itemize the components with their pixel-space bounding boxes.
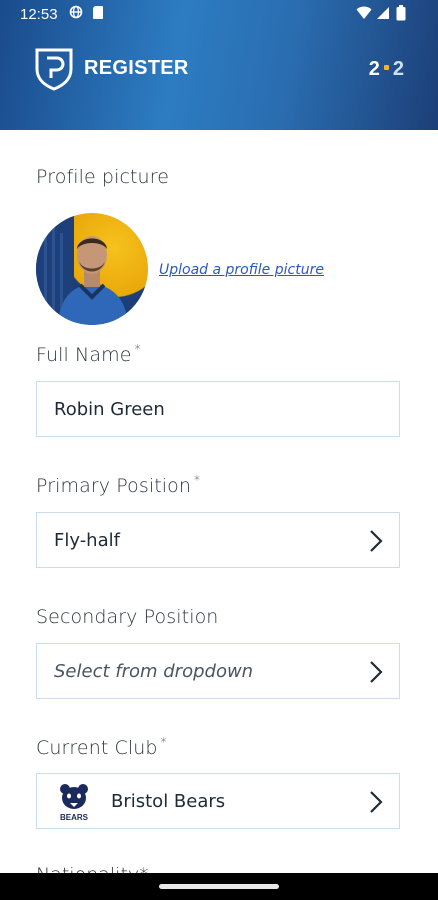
full-name-value: Robin Green xyxy=(54,399,165,420)
step-separator xyxy=(383,65,389,71)
current-club-select[interactable]: BEARS Bristol Bears xyxy=(36,773,400,829)
player-photo xyxy=(36,213,128,325)
step-total: 2 xyxy=(392,58,404,80)
profile-picture-label: Profile picture xyxy=(36,166,169,188)
current-club-label: Current Club * xyxy=(36,735,167,759)
primary-position-label: Primary Position * xyxy=(36,473,201,497)
system-navigation-bar xyxy=(0,873,438,900)
header: 12:53 REGISTER 22 xyxy=(0,0,438,130)
chevron-right-icon xyxy=(370,791,383,813)
chevron-right-icon xyxy=(370,530,383,552)
secondary-position-select[interactable]: Select from dropdown xyxy=(36,643,400,699)
status-bar: 12:53 xyxy=(0,0,438,30)
status-time: 12:53 xyxy=(20,6,58,23)
step-current: 2 xyxy=(368,58,380,80)
full-name-input[interactable]: Robin Green xyxy=(36,381,400,437)
bristol-bears-logo-icon: BEARS xyxy=(60,784,89,822)
profile-avatar[interactable] xyxy=(36,213,148,325)
app-shield-logo-icon xyxy=(35,48,73,91)
sim-card-icon xyxy=(93,6,103,19)
primary-position-value: Fly-half xyxy=(54,530,120,551)
page-title: REGISTER xyxy=(84,57,189,79)
required-mark: * xyxy=(160,735,167,749)
chevron-right-icon xyxy=(370,661,383,683)
secondary-position-placeholder: Select from dropdown xyxy=(54,661,254,682)
required-mark: * xyxy=(194,473,201,487)
wifi-icon xyxy=(356,6,372,19)
signal-icon xyxy=(377,7,389,19)
vpn-icon xyxy=(69,5,83,19)
battery-icon xyxy=(396,5,406,21)
secondary-position-label: Secondary Position xyxy=(36,606,219,628)
home-gesture-handle[interactable] xyxy=(159,884,279,889)
current-club-value: Bristol Bears xyxy=(111,791,226,812)
step-indicator: 22 xyxy=(369,58,404,81)
required-mark: * xyxy=(134,342,141,356)
primary-position-label-text: Primary Position xyxy=(36,475,192,497)
full-name-label: Full Name * xyxy=(36,342,141,366)
upload-profile-picture-link[interactable]: Upload a profile picture xyxy=(159,262,324,278)
primary-position-select[interactable]: Fly-half xyxy=(36,512,400,568)
full-name-label-text: Full Name xyxy=(36,344,132,366)
club-logo-text: BEARS xyxy=(60,813,89,822)
current-club-label-text: Current Club xyxy=(36,737,158,759)
